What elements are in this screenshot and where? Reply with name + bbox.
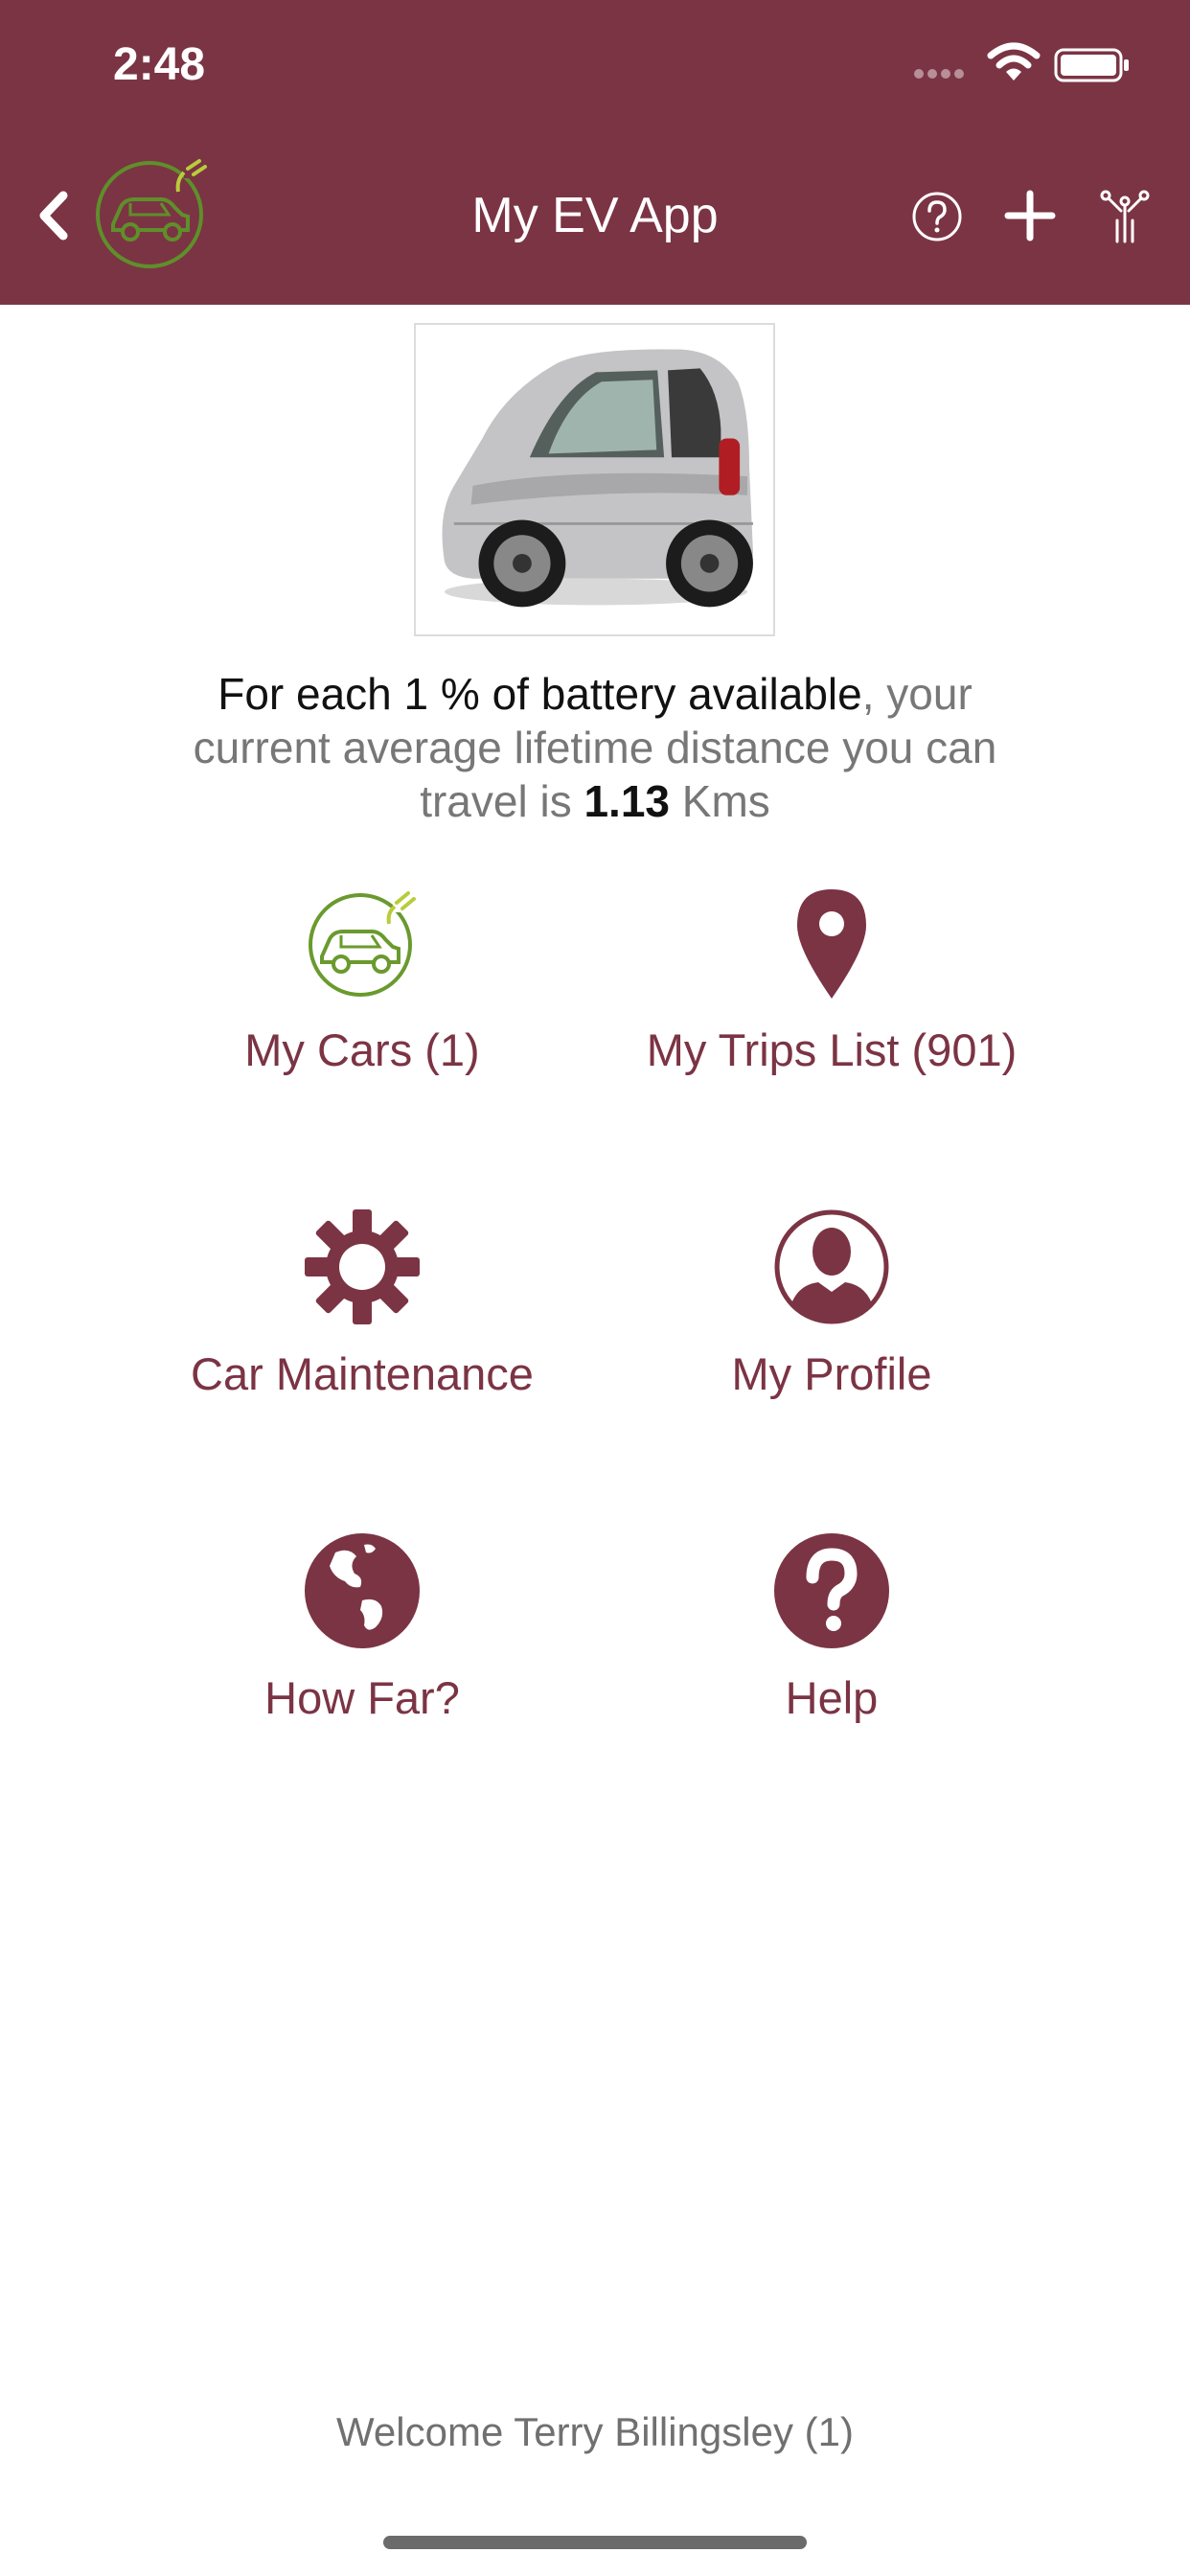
wifi-icon xyxy=(987,42,1041,80)
add-button[interactable] xyxy=(1002,188,1058,243)
info-lead: For each 1 % of battery available xyxy=(217,669,862,719)
battery-range-info: For each 1 % of battery available, your … xyxy=(144,667,1046,828)
map-pin-icon xyxy=(797,889,866,999)
menu-car-maintenance[interactable]: Car Maintenance xyxy=(113,1209,611,1420)
menu-my-profile[interactable]: My Profile xyxy=(583,1209,1081,1420)
menu-help[interactable]: Help xyxy=(583,1533,1081,1744)
menu-how-far[interactable]: How Far? xyxy=(113,1533,611,1744)
profile-icon xyxy=(774,1209,889,1324)
globe-icon xyxy=(305,1533,420,1648)
menu-label: Car Maintenance xyxy=(191,1348,534,1399)
car-plug-icon xyxy=(309,887,418,997)
car-photo[interactable] xyxy=(414,323,775,636)
help-circle-icon[interactable] xyxy=(910,190,964,243)
app-header: 2:48 My EV App xyxy=(0,0,1190,305)
menu-my-cars[interactable]: My Cars (1) xyxy=(113,886,611,1096)
menu-label: My Cars (1) xyxy=(244,1024,480,1075)
distance-value: 1.13 xyxy=(584,776,670,826)
welcome-text: Welcome Terry Billingsley (1) xyxy=(336,2409,854,2454)
menu-label: My Profile xyxy=(731,1348,932,1399)
status-icons xyxy=(891,42,1131,86)
menu-label: Help xyxy=(785,1672,879,1723)
network-icon[interactable] xyxy=(1098,188,1152,245)
question-icon xyxy=(774,1533,889,1648)
status-time: 2:48 xyxy=(113,39,206,90)
gear-icon xyxy=(305,1209,420,1324)
menu-my-trips[interactable]: My Trips List (901) xyxy=(583,886,1081,1096)
home-indicator[interactable] xyxy=(383,2536,807,2549)
battery-icon xyxy=(1054,48,1129,82)
cellular-signal-icon xyxy=(914,69,968,79)
menu-label: How Far? xyxy=(264,1672,460,1723)
menu-label: My Trips List (901) xyxy=(646,1024,1018,1075)
distance-unit: Kms xyxy=(670,776,770,826)
